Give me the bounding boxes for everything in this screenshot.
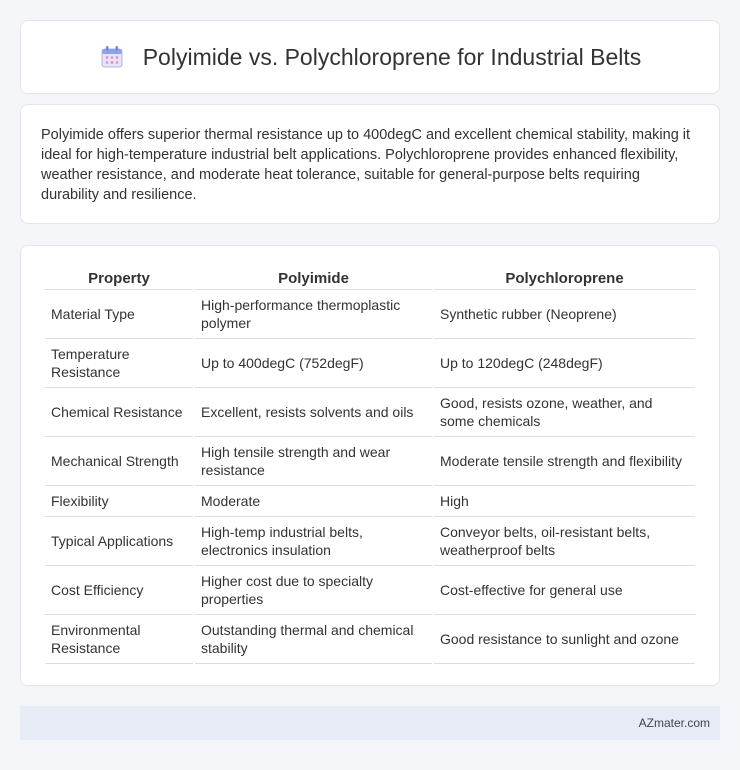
polyimide-cell: High tensile strength and wear resistanc… [195, 437, 432, 486]
property-cell: Temperature Resistance [45, 339, 193, 388]
table-row: Environmental Resistance Outstanding the… [45, 615, 695, 664]
polychloroprene-cell: Good resistance to sunlight and ozone [434, 615, 695, 664]
property-cell: Chemical Resistance [45, 388, 193, 437]
property-cell: Environmental Resistance [45, 615, 193, 664]
table-row: Flexibility Moderate High [45, 486, 695, 517]
polyimide-cell: Outstanding thermal and chemical stabili… [195, 615, 432, 664]
polychloroprene-cell: Good, resists ozone, weather, and some c… [434, 388, 695, 437]
table-row: Mechanical Strength High tensile strengt… [45, 437, 695, 486]
header-polyimide: Polyimide [195, 266, 432, 290]
property-cell: Typical Applications [45, 517, 193, 566]
page-title: Polyimide vs. Polychloroprene for Indust… [142, 43, 642, 70]
table-row: Typical Applications High-temp industria… [45, 517, 695, 566]
table-row: Material Type High-performance thermopla… [45, 290, 695, 339]
polychloroprene-cell: Up to 120degC (248degF) [434, 339, 695, 388]
polychloroprene-cell: Synthetic rubber (Neoprene) [434, 290, 695, 339]
polyimide-cell: Moderate [195, 486, 432, 517]
header-property: Property [45, 266, 193, 290]
intro-card: Polyimide offers superior thermal resist… [20, 104, 720, 224]
table-row: Temperature Resistance Up to 400degC (75… [45, 339, 695, 388]
title-card: Polyimide vs. Polychloroprene for Indust… [20, 20, 720, 94]
polychloroprene-cell: High [434, 486, 695, 517]
polyimide-cell: Excellent, resists solvents and oils [195, 388, 432, 437]
property-cell: Cost Efficiency [45, 566, 193, 615]
comparison-table: Property Polyimide Polychloroprene Mater… [43, 266, 697, 664]
property-cell: Material Type [45, 290, 193, 339]
intro-paragraph: Polyimide offers superior thermal resist… [41, 127, 691, 203]
header-polychloroprene: Polychloroprene [434, 266, 695, 290]
comparison-card: Property Polyimide Polychloroprene Mater… [20, 245, 720, 686]
property-cell: Mechanical Strength [45, 437, 193, 486]
table-row: Cost Efficiency Higher cost due to speci… [45, 566, 695, 615]
footer: AZmater.com [20, 706, 720, 740]
polychloroprene-cell: Cost-effective for general use [434, 566, 695, 615]
polyimide-cell: Higher cost due to specialty properties [195, 566, 432, 615]
polyimide-cell: High-performance thermoplastic polymer [195, 290, 432, 339]
polychloroprene-cell: Conveyor belts, oil-resistant belts, wea… [434, 517, 695, 566]
table-header-row: Property Polyimide Polychloroprene [45, 266, 695, 290]
calendar-icon [101, 46, 123, 68]
polychloroprene-cell: Moderate tensile strength and flexibilit… [434, 437, 695, 486]
footer-brand[interactable]: AZmater.com [639, 716, 710, 730]
polyimide-cell: High-temp industrial belts, electronics … [195, 517, 432, 566]
table-row: Chemical Resistance Excellent, resists s… [45, 388, 695, 437]
property-cell: Flexibility [45, 486, 193, 517]
polyimide-cell: Up to 400degC (752degF) [195, 339, 432, 388]
